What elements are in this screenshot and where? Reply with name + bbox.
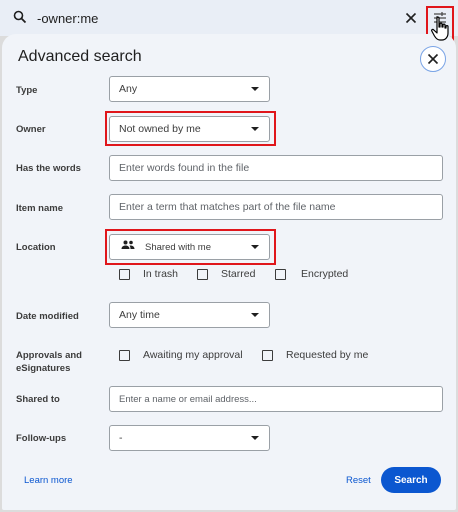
approvals-label-line2: eSignatures xyxy=(16,363,71,374)
requested-by-me-label: Requested by me xyxy=(286,349,369,361)
dropdown-caret-icon xyxy=(251,87,259,91)
follow-ups-value: - xyxy=(119,432,123,444)
encrypted-checkbox[interactable]: Encrypted xyxy=(275,268,348,280)
type-select-value: Any xyxy=(119,83,138,95)
in-trash-checkbox[interactable]: In trash xyxy=(119,268,178,280)
date-modified-label: Date modified xyxy=(16,311,79,322)
advanced-search-panel: Advanced search Type Any Owner Not owned… xyxy=(2,34,456,510)
search-query[interactable]: -owner:me xyxy=(37,11,98,26)
awaiting-approval-label: Awaiting my approval xyxy=(143,349,243,361)
learn-more-link[interactable]: Learn more xyxy=(24,475,73,486)
search-button[interactable]: Search xyxy=(381,467,441,493)
hand-pointer-icon xyxy=(430,16,452,47)
location-label: Location xyxy=(16,242,56,253)
item-name-input[interactable] xyxy=(119,201,442,213)
starred-checkbox[interactable]: Starred xyxy=(197,268,255,280)
in-trash-label: In trash xyxy=(143,268,179,280)
checkbox-box[interactable] xyxy=(262,349,273,361)
owner-select-value: Not owned by me xyxy=(119,123,201,135)
dropdown-caret-icon xyxy=(251,313,259,317)
panel-title: Advanced search xyxy=(18,48,142,65)
close-panel-button[interactable] xyxy=(420,46,446,72)
has-words-field[interactable] xyxy=(109,155,443,181)
checkbox-box[interactable] xyxy=(197,268,208,280)
search-bar: -owner:me xyxy=(0,0,458,50)
awaiting-approval-checkbox[interactable]: Awaiting my approval xyxy=(119,349,243,361)
dropdown-caret-icon xyxy=(251,127,259,131)
checkbox-box[interactable] xyxy=(119,268,130,280)
approvals-label-line1: Approvals and xyxy=(16,350,82,361)
shared-to-field[interactable] xyxy=(109,386,443,412)
dropdown-caret-icon xyxy=(251,436,259,440)
date-modified-value: Any time xyxy=(119,309,160,321)
close-icon[interactable] xyxy=(405,11,417,29)
type-select[interactable]: Any xyxy=(109,76,270,102)
requested-by-me-checkbox[interactable]: Requested by me xyxy=(262,349,368,361)
checkbox-box[interactable] xyxy=(275,268,286,280)
checkbox-box[interactable] xyxy=(119,349,130,361)
approvals-label: Approvals and eSignatures xyxy=(16,349,82,375)
shared-to-label: Shared to xyxy=(16,394,60,405)
owner-label: Owner xyxy=(16,124,46,135)
follow-ups-label: Follow-ups xyxy=(16,433,67,444)
item-name-label: Item name xyxy=(16,203,63,214)
has-words-input[interactable] xyxy=(119,162,442,174)
close-icon xyxy=(427,53,439,65)
starred-label: Starred xyxy=(221,268,256,280)
item-name-field[interactable] xyxy=(109,194,443,220)
follow-ups-select[interactable]: - xyxy=(109,425,270,451)
has-words-label: Has the words xyxy=(16,163,81,174)
people-icon xyxy=(121,235,135,259)
location-select[interactable]: Shared with me xyxy=(109,234,270,260)
encrypted-label: Encrypted xyxy=(301,268,349,280)
owner-select[interactable]: Not owned by me xyxy=(109,116,270,142)
shared-to-input[interactable] xyxy=(119,394,442,405)
location-select-value: Shared with me xyxy=(145,242,212,253)
date-modified-select[interactable]: Any time xyxy=(109,302,270,328)
search-icon[interactable] xyxy=(13,10,27,29)
reset-button[interactable]: Reset xyxy=(346,475,371,486)
type-label: Type xyxy=(16,85,38,96)
dropdown-caret-icon xyxy=(251,245,259,249)
